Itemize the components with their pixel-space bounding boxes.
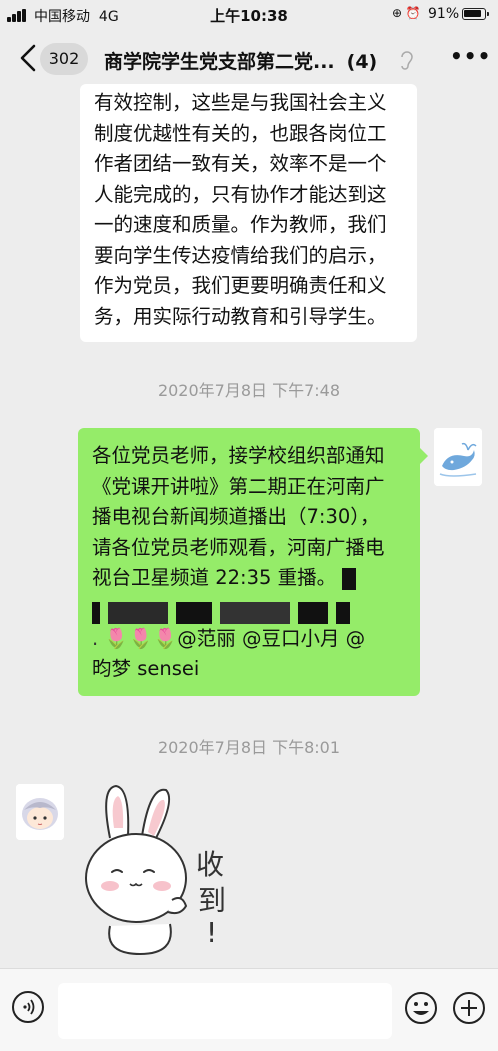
message-line: . 🌷🌷🌷@范丽 @豆口小月 @: [92, 626, 366, 650]
message-line: 播电视台新闻频道播出（7:30），: [92, 505, 380, 528]
redaction-block: [108, 602, 168, 624]
more-functions-button[interactable]: [452, 991, 486, 1025]
redaction-block: [298, 602, 328, 624]
incoming-text-message[interactable]: 有效控制，这些是与我国社会主义 制度优越性有关的，也跟各岗位工 作者团结一致有关…: [80, 84, 417, 342]
message-line: 制度优越性有关的，也跟各岗位工: [94, 121, 387, 145]
earpiece-mode-icon: [401, 51, 413, 70]
message-line: 一的速度和质量。作为教师，我们: [94, 213, 387, 236]
sticker-caption-2: 到: [198, 884, 226, 917]
message-line: 视台卫星频道 22:35 重播。: [92, 563, 408, 594]
anime-girl-avatar-icon: [16, 784, 64, 840]
message-line: 请各位党员老师观看，河南广播电: [92, 535, 385, 559]
voice-input-button[interactable]: [12, 991, 44, 1023]
redaction-block: [336, 602, 350, 624]
redaction-block: [342, 567, 357, 590]
unread-count-badge[interactable]: 302: [40, 43, 88, 75]
battery-percent: 91%: [428, 6, 460, 22]
whale-icon: [434, 428, 482, 486]
chat-header: 302 商学院学生党支部第二党... (4) •••: [0, 30, 498, 90]
message-line: 昀梦 sensei: [92, 657, 200, 680]
message-line: 务，用实际行动教育和引导学生。: [94, 304, 387, 328]
voice-icon: [23, 999, 35, 1015]
my-avatar[interactable]: [434, 428, 482, 486]
mention-text: @范丽 @豆口小月 @: [177, 626, 366, 650]
timestamp: 2020年7月8日 下午7:48: [157, 381, 341, 400]
sticker-caption-1: 收: [196, 848, 224, 881]
member-count: (4): [346, 51, 378, 73]
message-line: 各位党员老师，接学校组织部通知: [92, 444, 385, 467]
group-name: 商学院学生党支部第二党...: [104, 51, 335, 73]
sticker-caption-3: !: [206, 916, 217, 949]
redaction-block: [92, 602, 100, 624]
outgoing-text-message[interactable]: 各位党员老师，接学校组织部通知 《党课开讲啦》第二期正在河南广 播电视台新闻频道…: [78, 428, 428, 696]
alarm-icon: ⊕ ⏰: [392, 6, 421, 20]
battery-icon: [462, 8, 489, 20]
chat-title[interactable]: 商学院学生党支部第二党... (4): [104, 47, 377, 74]
redaction-block: [176, 602, 212, 624]
message-line: 《党课开讲啦》第二期正在河南广: [92, 474, 385, 498]
rabbit-sticker[interactable]: 收 到 !: [80, 778, 260, 958]
message-line: 有效控制，这些是与我国社会主义: [94, 91, 387, 114]
more-options-button[interactable]: •••: [450, 44, 490, 74]
tulip-emoji: 🌷🌷🌷: [104, 626, 178, 650]
clock: 上午10:38: [210, 7, 288, 25]
message-line: 要向学生传达疫情给我们的启示，: [94, 243, 387, 267]
message-line: 作者团结一致有关，效率不是一个: [94, 152, 387, 175]
message-input-bar: [0, 968, 498, 1051]
message-line: 人能完成的，只有协作才能达到这: [94, 182, 387, 206]
timestamp: 2020年7月8日 下午8:01: [157, 738, 341, 757]
sender-avatar[interactable]: [16, 784, 64, 840]
message-text-field[interactable]: [58, 983, 392, 1039]
emoji-button[interactable]: [404, 991, 438, 1025]
status-bar: 中国移动 4G 上午10:38 ⊕ ⏰ 91%: [0, 0, 498, 30]
redaction-block: [220, 602, 290, 624]
redacted-line: [92, 594, 408, 624]
message-line: 作为党员，我们更要明确责任和义: [94, 274, 387, 297]
